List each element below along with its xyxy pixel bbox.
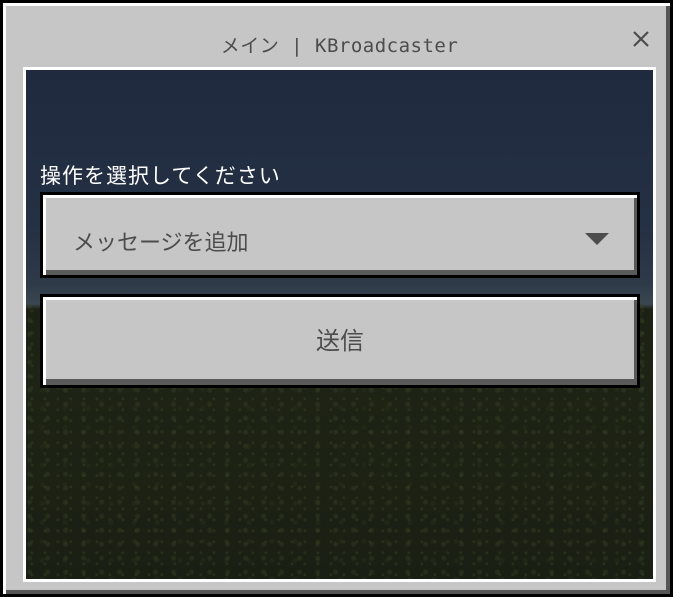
dropdown-selected-value: メッセージを追加 xyxy=(73,231,249,256)
dialog-window: メイン | KBroadcaster 操作を選択してください メッセージを追加 … xyxy=(0,0,673,597)
send-button[interactable]: 送信 xyxy=(40,294,640,388)
chevron-down-icon xyxy=(585,233,609,245)
form-panel: 操作を選択してください メッセージを追加 送信 xyxy=(23,67,656,582)
action-dropdown[interactable]: メッセージを追加 xyxy=(40,192,640,278)
action-prompt-label: 操作を選択してください xyxy=(40,164,281,188)
title-bar: メイン | KBroadcaster xyxy=(9,9,670,69)
window-title: メイン | KBroadcaster xyxy=(220,35,459,57)
send-button-label: 送信 xyxy=(316,326,364,355)
close-icon xyxy=(633,31,649,47)
close-button[interactable] xyxy=(628,26,654,52)
